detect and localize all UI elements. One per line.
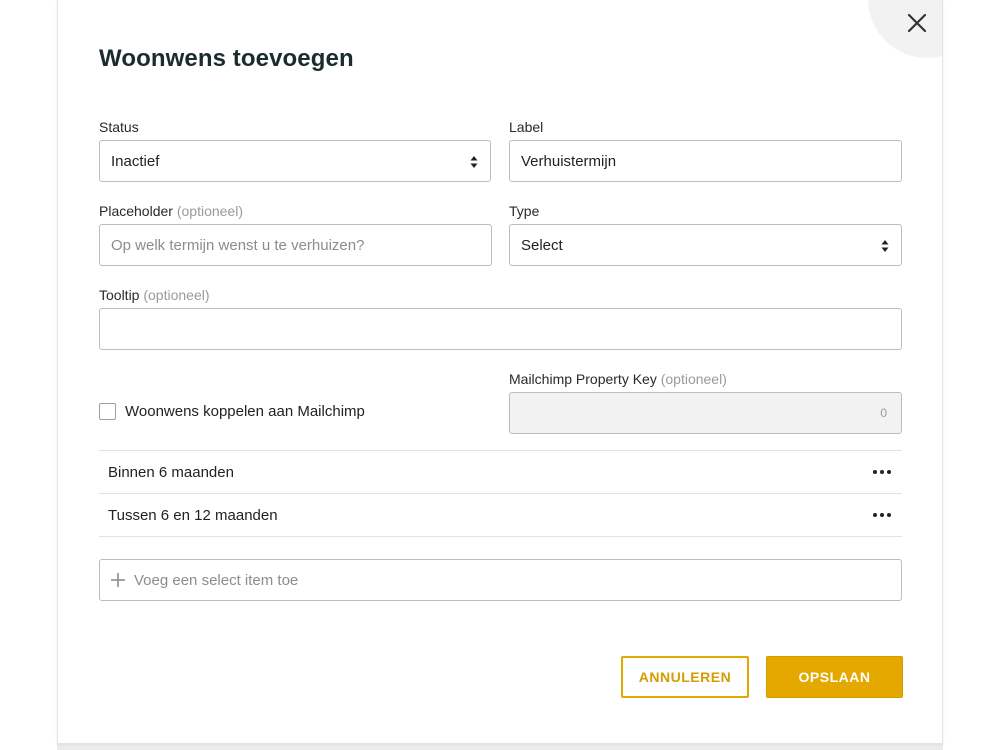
dialog-title: Woonwens toevoegen [99,45,354,72]
mailchimp-checkbox-row[interactable]: Woonwens koppelen aan Mailchimp [99,403,365,420]
status-select-value: Inactief [111,152,160,170]
status-label: Status [99,119,139,135]
more-horizontal-icon[interactable] [871,507,893,523]
status-select[interactable]: Inactief [99,140,491,182]
list-item-label: Tussen 6 en 12 maanden [108,506,278,524]
optional-hint: (optioneel) [176,203,243,219]
select-arrows-icon [881,240,889,252]
placeholder-input-placeholder: Op welk termijn wenst u te verhuizen? [111,236,365,254]
type-label: Type [509,203,539,219]
optional-hint: (optioneel) [660,371,727,387]
placeholder-input[interactable]: Op welk termijn wenst u te verhuizen? [99,224,492,266]
mailchimp-key-label: Mailchimp Property Key (optioneel) [509,371,727,387]
tooltip-label-text: Tooltip [99,287,140,303]
label-input-value: Verhuistermijn [521,152,617,170]
close-icon[interactable] [904,10,930,36]
placeholder-label: Placeholder (optioneel) [99,203,243,219]
list-item: Tussen 6 en 12 maanden [99,494,902,537]
label-input[interactable]: Verhuistermijn [509,140,902,182]
select-arrows-icon [470,156,478,168]
mailchimp-key-input: 0 [509,392,902,434]
type-label-text: Type [509,203,540,219]
list-item: Binnen 6 maanden [99,451,902,494]
label-field-label-text: Label [509,119,544,135]
mailchimp-checkbox-label: Woonwens koppelen aan Mailchimp [125,403,365,420]
type-select-value: Select [521,236,563,254]
add-wish-dialog: Woonwens toevoegen Status Inactief Label… [57,0,943,744]
tooltip-label: Tooltip (optioneel) [99,287,210,303]
more-horizontal-icon[interactable] [871,464,893,480]
add-select-item-input[interactable]: Voeg een select item toe [99,559,902,601]
status-label-text: Status [99,119,139,135]
plus-icon [111,573,125,587]
add-select-item-placeholder: Voeg een select item toe [134,571,299,589]
type-select[interactable]: Select [509,224,902,266]
mailchimp-checkbox[interactable] [99,403,116,420]
mailchimp-key-label-text: Mailchimp Property Key [509,371,657,387]
mailchimp-key-value: 0 [880,406,887,420]
optional-hint: (optioneel) [143,287,210,303]
select-items-list: Binnen 6 maanden Tussen 6 en 12 maanden [99,450,902,537]
tooltip-input[interactable] [99,308,902,350]
cancel-button[interactable]: ANNULEREN [621,656,749,698]
save-button[interactable]: OPSLAAN [766,656,903,698]
list-item-label: Binnen 6 maanden [108,463,234,481]
placeholder-label-text: Placeholder [99,203,173,219]
label-field-label: Label [509,119,543,135]
